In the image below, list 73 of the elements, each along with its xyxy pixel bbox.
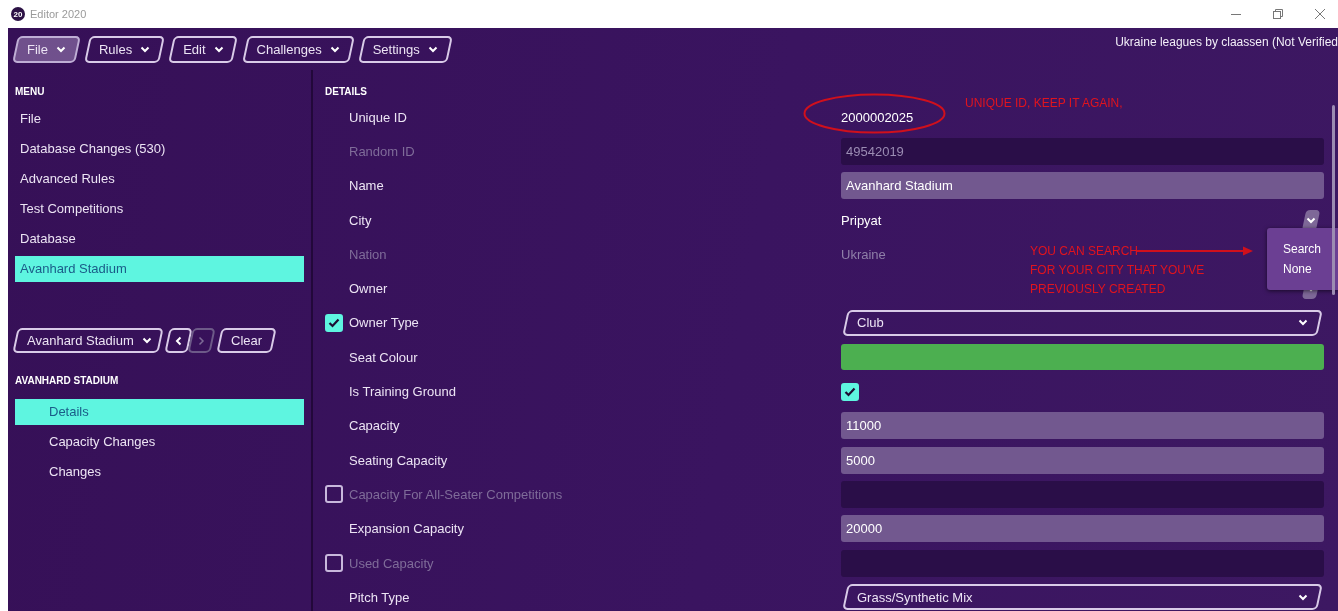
value-text: Ukraine xyxy=(841,246,886,262)
section-heading: AVANHARD STADIUM xyxy=(15,374,120,388)
section-heading: MENU xyxy=(15,85,46,99)
menu-button[interactable]: Rules xyxy=(86,35,163,63)
dropdown-button[interactable] xyxy=(1304,209,1318,231)
previous-button[interactable] xyxy=(167,328,190,353)
app-logo: 20 xyxy=(11,7,25,21)
arrow-icon xyxy=(1137,246,1254,256)
chevron-down-icon xyxy=(55,45,66,53)
menu-item[interactable]: Advanced Rules xyxy=(15,166,304,192)
chevron-down-icon xyxy=(1298,319,1308,327)
colour-swatch[interactable] xyxy=(841,344,1324,371)
close-icon xyxy=(1314,8,1326,20)
chevron-down-icon xyxy=(329,45,340,53)
input-field[interactable]: 20000 xyxy=(841,515,1324,543)
chevron-down-icon xyxy=(1298,593,1308,601)
section-heading: DETAILS xyxy=(325,85,369,99)
field-label: Capacity For All-Seater Competitions xyxy=(349,486,564,502)
checkbox[interactable] xyxy=(325,313,343,332)
menu-item[interactable]: Capacity Changes xyxy=(15,429,304,455)
window-title: Editor 2020 xyxy=(30,8,87,20)
input-field[interactable]: 11000 xyxy=(841,412,1324,440)
chevron-down-icon xyxy=(141,337,152,344)
menu-button[interactable]: Edit xyxy=(171,35,236,63)
restore-icon xyxy=(1272,8,1284,20)
dropdown[interactable]: Club xyxy=(845,309,1320,336)
checkbox[interactable] xyxy=(841,382,859,401)
annotation-text: PREVIOUSLY CREATED xyxy=(1030,281,1166,298)
annotation-text: UNIQUE ID, KEEP IT AGAIN, xyxy=(965,95,1123,112)
menu-option[interactable]: Search xyxy=(1267,242,1338,256)
menu-button[interactable]: Settings xyxy=(360,35,450,63)
value-text: 2000002025 xyxy=(841,109,914,125)
menu-item[interactable]: Database Changes (530) xyxy=(15,136,304,162)
field-label: Seating Capacity xyxy=(349,452,449,468)
chevron-left-icon xyxy=(175,335,182,346)
input-field: 49542019 xyxy=(841,137,1324,165)
menu-item[interactable]: Database xyxy=(15,226,304,252)
annotation-text: FOR YOUR CITY THAT YOU'VE xyxy=(1030,262,1205,279)
chevron-down-icon xyxy=(1306,216,1316,224)
clear-button[interactable]: Clear xyxy=(219,328,275,353)
field-label: City xyxy=(349,212,373,228)
field-label: Used Capacity xyxy=(349,555,435,571)
menu-item[interactable]: Test Competitions xyxy=(15,196,304,222)
menu-item[interactable]: File xyxy=(15,106,304,132)
field-label: Random ID xyxy=(349,143,416,159)
project-label: Ukraine leagues by claassen (Not Verified xyxy=(1115,35,1338,49)
field-label: Expansion Capacity xyxy=(349,521,465,537)
input-field[interactable]: 5000 xyxy=(841,446,1324,474)
menu-button[interactable]: Challenges xyxy=(244,35,352,63)
chevron-down-icon xyxy=(140,45,151,53)
scrollbar[interactable] xyxy=(1332,105,1335,295)
field-label: Name xyxy=(349,178,385,194)
value-text: Pripyat xyxy=(841,212,882,228)
menu-option[interactable]: None xyxy=(1267,262,1338,276)
menu-item[interactable]: Changes xyxy=(15,459,304,485)
field-label: Is Training Ground xyxy=(349,384,457,399)
field-label: Owner xyxy=(349,281,389,297)
field-label: Owner Type xyxy=(349,315,420,331)
stadium-dropdown[interactable]: Avanhard Stadium xyxy=(15,328,161,353)
field-label: Seat Colour xyxy=(349,349,419,365)
field-label: Nation xyxy=(349,246,388,262)
input-field[interactable]: Avanhard Stadium xyxy=(841,172,1324,200)
menu-item[interactable]: Avanhard Stadium xyxy=(15,256,304,282)
chevron-down-icon xyxy=(427,45,438,53)
field-label: Capacity xyxy=(349,418,401,434)
dropdown[interactable]: Grass/Synthetic Mix xyxy=(845,584,1320,611)
annotation-text: YOU CAN SEARCH xyxy=(1030,243,1139,260)
field-label: Pitch Type xyxy=(349,589,411,605)
menu-item[interactable]: Details xyxy=(15,399,304,425)
menu-button[interactable]: File xyxy=(15,35,78,63)
field-label: Unique ID xyxy=(349,109,408,125)
chevron-down-icon xyxy=(213,45,224,53)
chevron-right-icon xyxy=(198,335,205,346)
